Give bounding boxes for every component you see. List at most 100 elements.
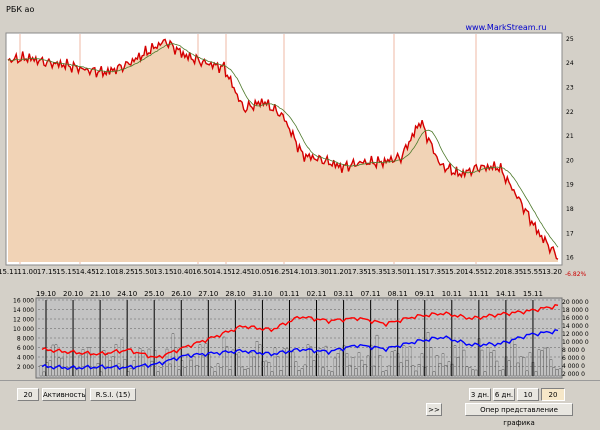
price-x-tick: 10.40 [173,268,193,276]
volume-bar [147,348,151,377]
volume-x-tick: 02.11 [307,290,327,298]
volume-bar [129,368,133,377]
rsi-button[interactable]: R.S.I. (15) [90,388,136,401]
volume-right-tick: 20 000 0 [562,299,589,306]
volume-bar [105,354,109,377]
volume-bar [447,361,451,377]
period-3d-button[interactable]: 3 дн. [469,388,491,401]
volume-right-tick: 12 000 0 [562,331,589,338]
volume-left-tick: 12 000 [13,317,34,324]
chart-options-button[interactable]: Опер представление графика [465,403,573,427]
price-y-tick: 21 [566,133,574,140]
volume-right-tick: 10 000 0 [562,339,589,346]
volume-bar [483,371,487,377]
volume-bar [528,352,532,377]
volume-bar [402,345,406,377]
volume-bar [540,350,544,377]
volume-bar [534,371,538,377]
volume-bar [393,350,397,377]
volume-bar [183,367,187,377]
price-x-tick: 11.15 [406,268,426,276]
period-field[interactable]: 20 [17,388,39,401]
volume-x-tick: 10.11 [442,290,462,298]
volume-bar [249,352,253,377]
volume-x-tick: 20.10 [63,290,83,298]
volume-bar [219,367,223,377]
volume-bar [411,365,415,377]
volume-bar [444,365,448,377]
price-x-tick: 13.20 [542,268,562,276]
price-y-tick: 18 [566,206,574,213]
price-x-tick: 15.20 [445,268,465,276]
price-x-tick: 15.11 [0,268,18,276]
volume-bar [510,339,514,377]
volume-bar [75,369,79,377]
volume-bar [516,362,520,377]
volume-bar [435,355,439,377]
volume-bar [507,360,511,377]
period-10d-button[interactable]: 10 дн. [517,388,539,412]
forward-button[interactable]: >> [426,403,442,416]
volume-bar [69,350,73,377]
volume-bar [486,346,490,377]
volume-bar [408,346,412,377]
volume-bar [63,351,67,377]
volume-bar [552,367,556,377]
volume-bar [270,371,274,377]
volume-bar [168,363,172,377]
volume-bar [333,357,337,377]
volume-bar [255,341,259,377]
volume-x-tick: 15.11 [523,290,543,298]
volume-bar [135,352,139,377]
period-6d-button[interactable]: 6 дн. [493,388,515,401]
volume-bar [384,370,388,377]
volume-right-axis: 20 000 018 000 016 000 014 000 012 000 0… [562,299,589,378]
volume-bar [465,366,469,377]
volume-bar [279,370,283,377]
volume-bar [501,369,505,377]
volume-bar [549,359,553,377]
volume-bar [471,369,475,377]
volume-bar [300,368,304,377]
price-x-tick: 15.15 [56,268,76,276]
volume-bar [546,347,550,377]
price-x-tick: 14.55 [464,268,484,276]
volume-left-tick: 4 000 [17,355,34,362]
price-x-tick: 13.15 [153,268,173,276]
volume-right-tick: 16 000 0 [562,315,589,322]
period-20d-button[interactable]: 20 дн. [541,388,565,412]
volume-bar [417,364,421,377]
volume-bar [405,359,409,377]
volume-bar [498,370,502,377]
volume-right-tick: 14 000 0 [562,323,589,330]
price-y-tick: 16 [566,255,574,262]
price-y-tick: 19 [566,182,574,189]
volume-bar [156,371,160,377]
volume-bar [273,347,277,377]
price-x-tick: 17.35 [348,268,368,276]
volume-bar [336,353,340,377]
activity-button[interactable]: Активность [42,388,86,401]
watermark: www.MarkStream.ru [465,23,546,32]
volume-bar [141,350,145,377]
price-x-tick: 15.55 [523,268,543,276]
volume-bar [198,344,202,377]
volume-left-axis: 16 000 14 000 12 000 10 000 8 000 6 000 4 000 2… [13,298,34,372]
price-x-tick: 12.10 [95,268,115,276]
volume-left-tick: 10 000 [13,326,34,333]
volume-bar [339,350,343,377]
volume-bar [429,347,433,377]
volume-bar [414,370,418,377]
volume-bar [228,369,232,377]
volume-bar [159,367,163,377]
volume-bar [495,360,499,377]
volume-bar [519,356,523,377]
volume-bar [93,368,97,377]
price-y-tick: 24 [566,60,574,67]
price-x-tick: 11.00 [17,268,37,276]
volume-bar [357,352,361,377]
volume-left-tick: 8 000 [17,336,34,343]
volume-bar [195,365,199,377]
volume-x-tick: 14.11 [496,290,516,298]
volume-x-tick: 24.10 [117,290,137,298]
